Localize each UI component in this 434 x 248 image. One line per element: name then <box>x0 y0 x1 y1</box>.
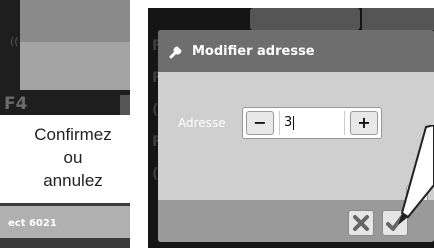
function-key-label: F4 <box>4 94 28 114</box>
project-bar-label: ect 6021 <box>8 218 57 229</box>
decrement-button[interactable]: − <box>246 111 274 135</box>
caption-line: ou <box>63 148 83 167</box>
caption-line: Confirmez <box>34 125 112 144</box>
previous-screen-fragment: (( F4 <box>0 0 130 115</box>
dialog-header: Modifier adresse <box>158 30 434 72</box>
background-panel <box>362 8 434 30</box>
address-label: Adresse <box>178 116 226 130</box>
instruction-caption: Confirmez ou annulez <box>18 123 128 192</box>
text-caret <box>293 115 295 130</box>
cancel-button[interactable] <box>348 210 374 236</box>
previous-screen-marker: (( <box>10 35 19 48</box>
previous-screen-panel <box>20 42 130 90</box>
increment-button[interactable]: + <box>350 111 378 135</box>
close-icon <box>353 215 369 231</box>
project-bar: ect 6021 <box>0 206 130 238</box>
address-value: 3 <box>284 115 293 130</box>
caption-line: annulez <box>43 171 103 190</box>
previous-screen-panel <box>20 0 130 42</box>
previous-screen-tab <box>120 95 130 115</box>
dialog-title: Modifier adresse <box>192 44 315 59</box>
address-input[interactable]: 3 <box>279 111 345 135</box>
wrench-icon <box>169 45 183 59</box>
background-panel <box>250 8 360 30</box>
stylus-pen-icon <box>398 125 434 225</box>
previous-screen-bottom-fragment: ect 6021 <box>0 203 130 248</box>
address-stepper: − 3 + <box>242 107 382 139</box>
